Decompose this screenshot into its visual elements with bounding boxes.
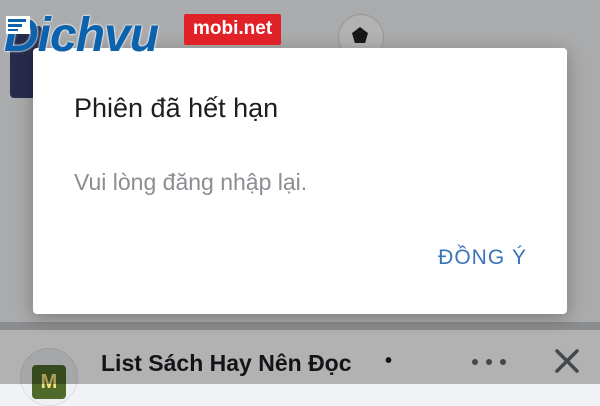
- dialog-message: Vui lòng đăng nhập lại.: [74, 169, 308, 195]
- flag-icon: [6, 16, 30, 34]
- ok-button[interactable]: ĐỒNG Ý: [434, 242, 531, 274]
- watermark-logo: Dichvu mobi.net: [4, 9, 296, 62]
- session-expired-dialog: Phiên đã hết hạn Vui lòng đăng nhập lại.…: [33, 48, 567, 314]
- watermark-suffix: mobi.net: [184, 14, 282, 45]
- watermark-brand-block: Dichvu: [4, 9, 190, 62]
- dialog-title: Phiên đã hết hạn: [74, 93, 279, 123]
